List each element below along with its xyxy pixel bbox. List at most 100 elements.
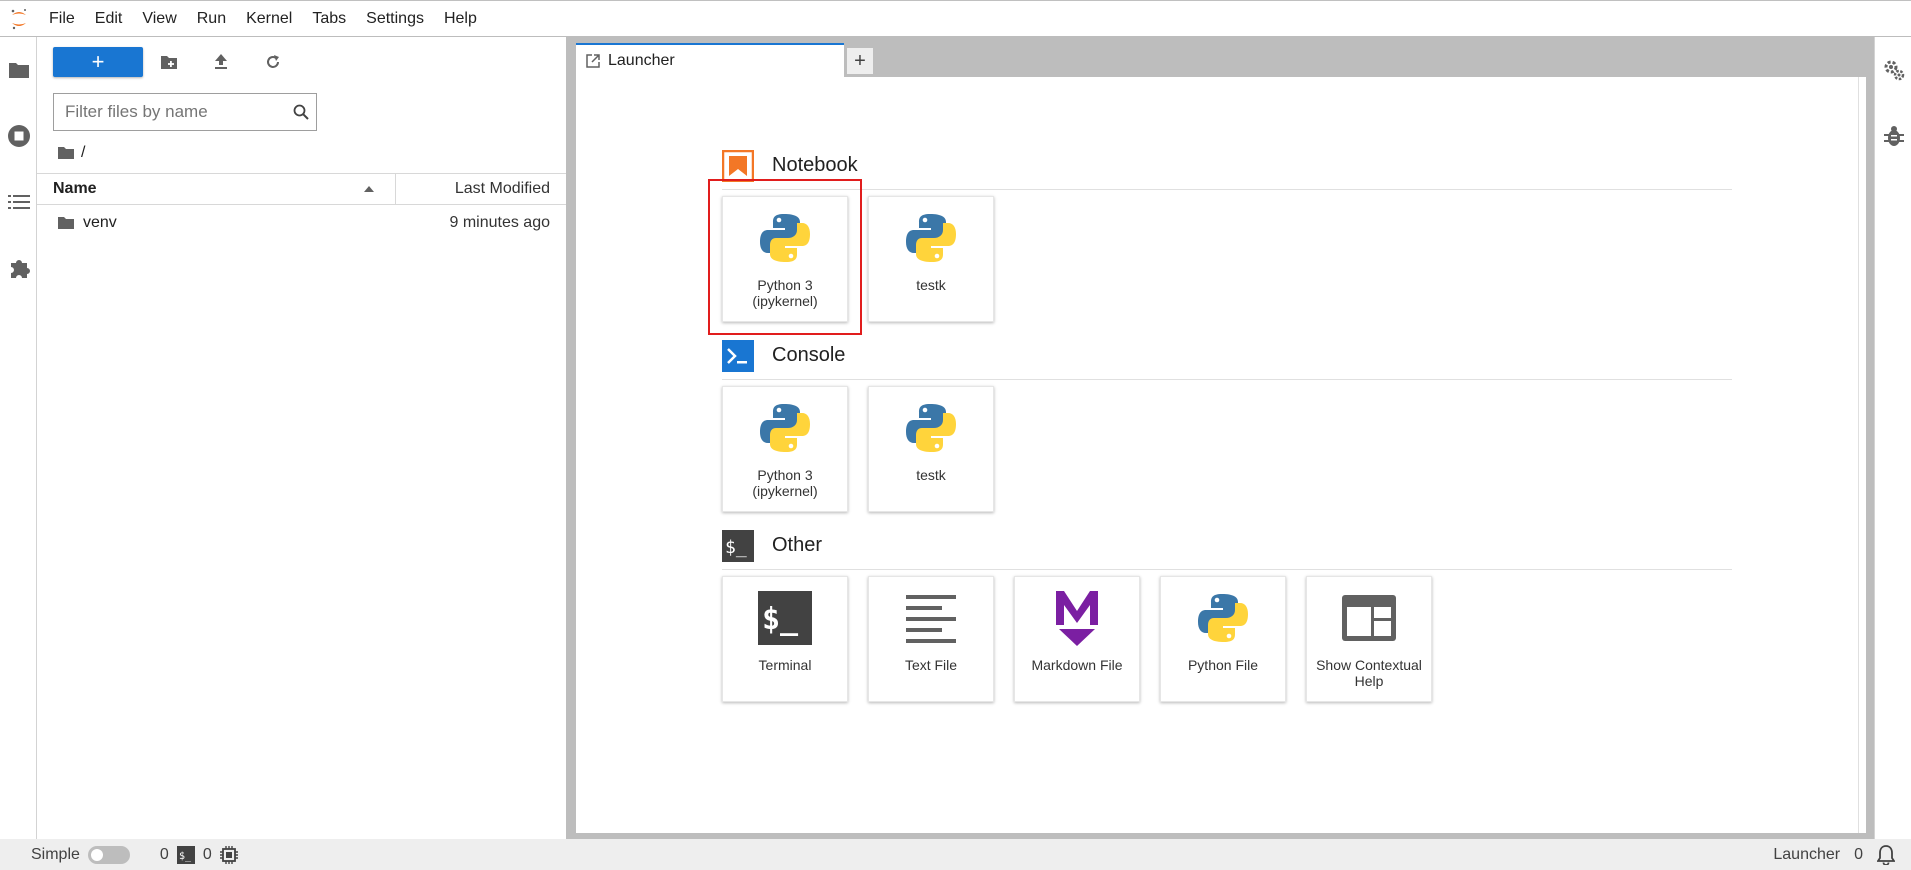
new-tab-button[interactable]: + xyxy=(846,47,874,75)
section-title-console: Console xyxy=(772,344,846,366)
section-notebook: Notebook xyxy=(722,142,1732,190)
card-notebook-python3[interactable]: Python 3 (ipykernel) xyxy=(722,196,848,322)
menu-bar: File Edit View Run Kernel Tabs Settings … xyxy=(0,0,1911,37)
breadcrumb-root[interactable]: / xyxy=(81,144,85,162)
table-of-contents-tab[interactable] xyxy=(0,169,37,235)
column-header-name[interactable]: Name xyxy=(37,174,396,204)
terminal-icon: $_ xyxy=(176,845,195,864)
list-icon xyxy=(7,195,30,209)
menu-run[interactable]: Run xyxy=(187,1,236,37)
file-name-cell: venv xyxy=(37,214,449,232)
tab-bar: Launcher + xyxy=(576,43,1874,77)
menu-view[interactable]: View xyxy=(132,1,186,37)
home-folder-icon[interactable] xyxy=(57,146,75,160)
python-icon xyxy=(723,203,847,273)
card-markdown-file[interactable]: Markdown File xyxy=(1014,576,1140,702)
menu-help[interactable]: Help xyxy=(434,1,487,37)
menu-settings[interactable]: Settings xyxy=(356,1,434,37)
python-icon xyxy=(869,203,993,273)
column-modified-label: Last Modified xyxy=(454,180,550,197)
right-sidebar xyxy=(1874,37,1911,839)
upload-icon xyxy=(215,54,227,69)
current-activity-label: Launcher xyxy=(1773,845,1841,863)
contextual-help-icon xyxy=(1307,583,1431,653)
refresh-icon xyxy=(267,55,279,68)
debugger-tab[interactable] xyxy=(1875,103,1911,169)
menu-kernel[interactable]: Kernel xyxy=(236,1,302,37)
python-icon xyxy=(869,393,993,463)
puzzle-icon xyxy=(10,260,30,278)
section-title-other: Other xyxy=(772,534,823,556)
card-label: Text File xyxy=(904,657,958,673)
file-browser-tab[interactable] xyxy=(0,37,37,103)
new-folder-icon xyxy=(161,55,177,69)
bell-icon[interactable] xyxy=(1877,844,1895,865)
tab-launcher[interactable]: Launcher xyxy=(576,43,844,77)
bug-icon xyxy=(1883,126,1904,146)
card-label: Terminal xyxy=(758,657,812,673)
stop-circle-icon xyxy=(7,125,30,147)
text-file-icon xyxy=(869,583,993,653)
terminals-count: 0 xyxy=(202,845,212,863)
section-title-notebook: Notebook xyxy=(772,154,858,176)
filter-box xyxy=(53,93,317,131)
svg-text:$_: $_ xyxy=(762,602,799,637)
card-terminal[interactable]: $_ Terminal xyxy=(722,576,848,702)
filter-files-input[interactable] xyxy=(54,94,286,130)
launch-icon xyxy=(586,54,600,68)
listing-header: Name Last Modified xyxy=(37,173,566,205)
card-label: testk xyxy=(916,277,946,293)
card-label: Show Contextual Help xyxy=(1316,657,1422,689)
new-launcher-button[interactable]: + xyxy=(53,47,143,77)
terminal-icon: $_ xyxy=(723,583,847,653)
card-label: Python File xyxy=(1187,657,1259,673)
section-other: $_ Other xyxy=(722,522,1732,570)
status-bar: Simple 0 $_ 0 Launcher 0 xyxy=(0,839,1911,870)
card-console-python3[interactable]: Python 3 (ipykernel) xyxy=(722,386,848,512)
extension-manager-tab[interactable] xyxy=(0,235,37,301)
cpu-icon xyxy=(219,845,238,864)
gears-icon xyxy=(1884,60,1904,81)
file-browser-toolbar: + xyxy=(53,47,299,77)
simple-mode-toggle[interactable] xyxy=(87,845,130,864)
panel-splitter[interactable] xyxy=(566,37,576,839)
card-label: testk xyxy=(916,467,946,483)
card-label: Python 3 (ipykernel) xyxy=(752,277,818,309)
column-name-label: Name xyxy=(53,180,97,197)
file-row-venv[interactable]: venv 9 minutes ago xyxy=(37,207,566,239)
menu-file[interactable]: File xyxy=(37,1,85,37)
card-python-file[interactable]: Python File xyxy=(1160,576,1286,702)
refresh-button[interactable] xyxy=(247,47,299,77)
card-label: Markdown File xyxy=(1031,657,1123,673)
simple-mode-label: Simple xyxy=(31,845,80,863)
plus-icon: + xyxy=(854,49,866,72)
svg-text:$_: $_ xyxy=(179,851,192,862)
python-icon xyxy=(1161,583,1285,653)
file-modified: 9 minutes ago xyxy=(449,214,550,231)
card-notebook-testk[interactable]: testk xyxy=(868,196,994,322)
column-header-last-modified[interactable]: Last Modified xyxy=(396,174,566,204)
menu-tabs[interactable]: Tabs xyxy=(302,1,356,37)
file-browser-panel: + Filter files by name / Name Last Modif… xyxy=(37,37,566,839)
property-inspector-tab[interactable] xyxy=(1875,37,1911,103)
running-sessions-tab[interactable] xyxy=(0,103,37,169)
card-show-contextual-help[interactable]: Show Contextual Help xyxy=(1306,576,1432,702)
console-icon xyxy=(722,339,754,372)
scrollbar[interactable] xyxy=(1858,77,1866,833)
left-sidebar xyxy=(0,37,37,839)
kernel-sessions-status[interactable]: 0 $_ 0 xyxy=(159,845,238,864)
kernels-count: 0 xyxy=(159,845,169,863)
card-text-file[interactable]: Text File xyxy=(868,576,994,702)
sort-ascending-icon xyxy=(364,186,374,192)
menu-edit[interactable]: Edit xyxy=(85,1,133,37)
section-console: Console xyxy=(722,332,1732,380)
folder-icon xyxy=(8,63,29,78)
upload-button[interactable] xyxy=(195,47,247,77)
main-dock-area: Launcher + Notebook Python 3 (ipykernel)… xyxy=(576,37,1874,839)
launcher-panel: Notebook Python 3 (ipykernel) testk Cons… xyxy=(576,77,1866,833)
notebook-icon xyxy=(722,149,754,182)
folder-icon xyxy=(58,217,74,229)
new-folder-button[interactable] xyxy=(143,47,195,77)
card-console-testk[interactable]: testk xyxy=(868,386,994,512)
markdown-icon xyxy=(1015,583,1139,653)
